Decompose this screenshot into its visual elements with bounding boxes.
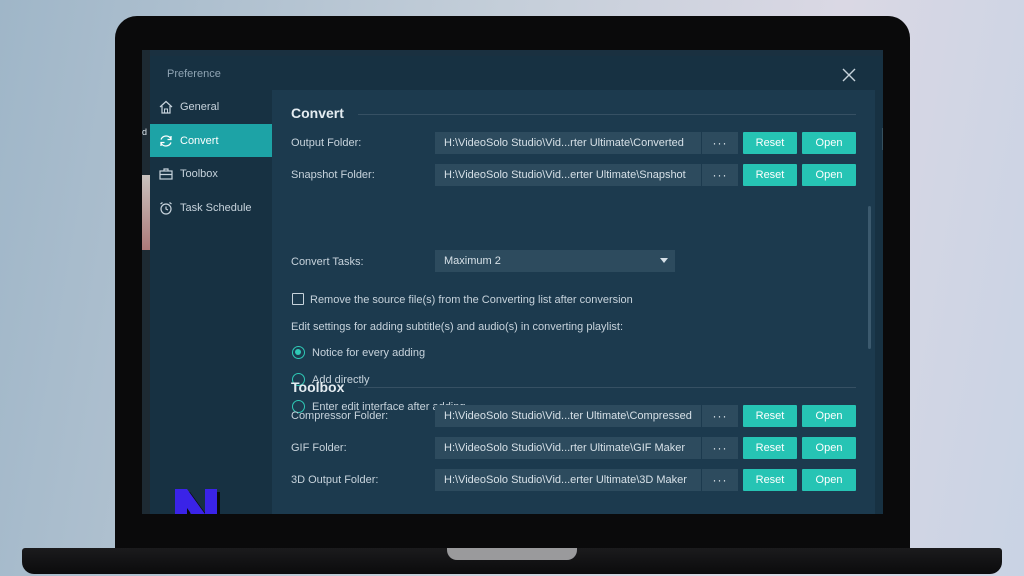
sidebar-item-general[interactable]: General [150,90,272,123]
output-folder-reset-button[interactable]: Reset [743,132,797,154]
gif-folder-path[interactable]: H:\VideoSolo Studio\Vid...rter Ultimate\… [435,437,701,459]
toolbox-icon [159,167,173,180]
gif-folder-open-button[interactable]: Open [802,437,856,459]
gif-folder-reset-button[interactable]: Reset [743,437,797,459]
3d-output-folder-open-button[interactable]: Open [802,469,856,491]
sidebar-item-toolbox[interactable]: Toolbox [150,157,272,190]
compressor-folder-open-button[interactable]: Open [802,405,856,427]
sidebar-item-label: Convert [180,134,219,147]
snapshot-folder-path[interactable]: H:\VideoSolo Studio\Vid...erter Ultimate… [435,164,701,186]
laptop-notch [447,548,577,560]
settings-content: Convert Output Folder: H:\VideoSolo Stud… [272,90,875,514]
section-title-convert: Convert [291,105,344,121]
sidebar-item-convert[interactable]: Convert [150,124,272,157]
background-letter: d [142,127,148,137]
gif-folder-browse-button[interactable]: ··· [701,437,738,459]
dialog-scrollbar-thumb[interactable] [882,128,883,150]
snapshot-folder-label: Snapshot Folder: [291,169,375,181]
compressor-folder-browse-button[interactable]: ··· [701,405,738,427]
edit-settings-label: Edit settings for adding subtitle(s) and… [291,321,624,333]
convert-tasks-value: Maximum 2 [444,255,501,267]
background-thumbnail [142,175,150,250]
compressor-folder-reset-button[interactable]: Reset [743,405,797,427]
n-logo-icon [175,489,220,514]
remove-source-label: Remove the source file(s) from the Conve… [310,294,633,306]
sidebar-item-task-schedule[interactable]: Task Schedule [150,191,272,224]
3d-output-folder-browse-button[interactable]: ··· [701,469,738,491]
output-folder-browse-button[interactable]: ··· [701,132,738,154]
convert-tasks-label: Convert Tasks: [291,256,364,268]
3d-output-folder-path[interactable]: H:\VideoSolo Studio\Vid...erter Ultimate… [435,469,701,491]
output-folder-label: Output Folder: [291,137,362,149]
remove-source-checkbox[interactable] [292,293,304,305]
dialog-title: Preference [167,68,221,80]
option-label: Notice for every adding [312,347,426,359]
snapshot-folder-browse-button[interactable]: ··· [701,164,738,186]
3d-output-folder-label: 3D Output Folder: [291,474,379,486]
output-folder-path[interactable]: H:\VideoSolo Studio\Vid...rter Ultimate\… [435,132,701,154]
convert-tasks-select[interactable]: Maximum 2 [435,250,675,272]
chevron-down-icon [660,258,668,263]
close-icon[interactable] [840,66,858,84]
gif-folder-label: GIF Folder: [291,442,347,454]
background-window-strip [142,50,150,514]
section-title-toolbox: Toolbox [291,379,345,395]
sidebar-item-label: Toolbox [180,167,218,180]
3d-output-folder-reset-button[interactable]: Reset [743,469,797,491]
radio-notice-every-adding[interactable] [292,346,305,359]
alarm-clock-icon [160,201,172,215]
section-divider [358,114,856,115]
snapshot-folder-reset-button[interactable]: Reset [743,164,797,186]
sidebar-item-label: Task Schedule [180,201,252,214]
output-folder-open-button[interactable]: Open [802,132,856,154]
sidebar-item-label: General [180,100,220,113]
compressor-folder-label: Compressor Folder: [291,410,389,422]
content-scrollbar[interactable] [868,206,871,349]
screen: d Preference General Convert Toolbox Tas… [142,50,883,514]
compressor-folder-path[interactable]: H:\VideoSolo Studio\Vid...ter Ultimate\C… [435,405,701,427]
sidebar: General Convert Toolbox Task Schedule [150,90,272,514]
home-icon [159,100,173,114]
preference-dialog: Preference General Convert Toolbox Task … [150,56,883,514]
refresh-icon [160,134,172,147]
snapshot-folder-open-button[interactable]: Open [802,164,856,186]
section-divider [358,387,856,388]
